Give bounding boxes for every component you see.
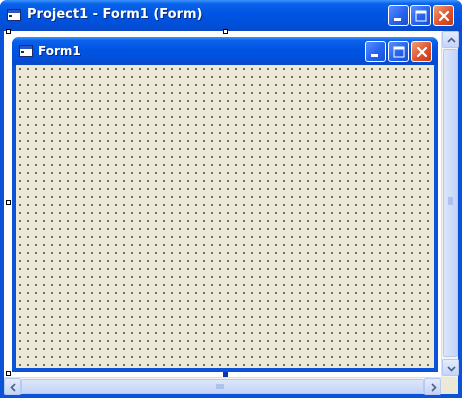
minimize-icon [394,18,401,21]
grip-icon [216,384,224,389]
resize-handle-middle-left[interactable] [6,200,11,205]
vertical-scrollbar[interactable] [441,31,459,377]
designer-titlebar[interactable]: Project1 - Form1 (Form) [0,0,462,31]
scroll-right-button[interactable] [424,378,441,395]
form-title: Form1 [38,44,81,58]
form-close-button[interactable] [411,41,432,62]
close-icon [416,46,428,58]
form-maximize-button[interactable] [388,41,409,62]
minimize-icon [371,54,378,57]
designer-close-button[interactable] [433,5,454,26]
maximize-icon [415,10,427,22]
scroll-left-button[interactable] [4,378,21,395]
designer-title: Project1 - Form1 (Form) [27,7,203,22]
form-minimize-button[interactable] [365,41,386,62]
maximize-icon [393,46,405,58]
arrow-up-icon [447,37,456,43]
arrow-right-icon [431,383,437,392]
scroll-up-button[interactable] [442,31,459,48]
horizontal-scrollbar[interactable] [4,377,441,395]
scrollbar-corner [441,377,458,394]
scroll-down-button[interactable] [442,359,459,376]
form-icon [19,45,33,57]
vertical-scroll-thumb[interactable] [443,49,458,357]
horizontal-scroll-thumb[interactable] [21,379,424,394]
grip-icon [448,197,453,205]
resize-handle-top-left[interactable] [6,29,11,34]
resize-handle-top-middle[interactable] [223,29,228,34]
form-window[interactable]: Form1 [12,37,438,372]
designer-minimize-button[interactable] [388,5,409,26]
close-icon [438,10,450,22]
arrow-left-icon [10,383,16,392]
designer-maximize-button[interactable] [410,5,431,26]
resize-handle-bottom-left[interactable] [6,371,11,376]
arrow-down-icon [447,366,456,372]
form-titlebar[interactable]: Form1 [12,37,438,65]
form-design-grid[interactable] [16,65,434,368]
form-icon [7,9,21,21]
